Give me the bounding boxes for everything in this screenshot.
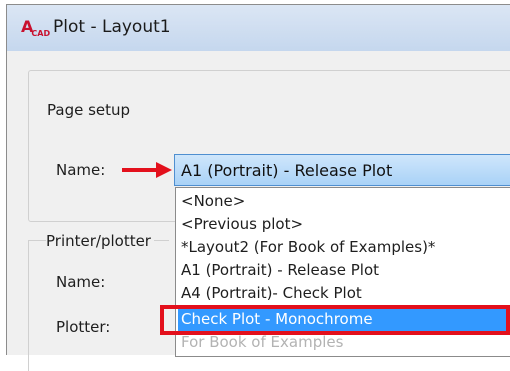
dropdown-option-previous-plot[interactable]: <Previous plot> xyxy=(178,213,510,236)
title-bar: ACAD Plot - Layout1 xyxy=(7,5,510,51)
dropdown-option-layout2[interactable]: *Layout2 (For Book of Examples)* xyxy=(178,236,510,259)
dropdown-option-a4-check-plot[interactable]: A4 (Portrait)- Check Plot xyxy=(178,282,510,305)
page-setup-name-label: Name: xyxy=(56,161,106,179)
red-arrow-annotation-icon xyxy=(122,162,172,178)
dropdown-option-a1-release-plot[interactable]: A1 (Portrait) - Release Plot xyxy=(178,259,510,282)
page-setup-name-select[interactable]: A1 (Portrait) - Release Plot xyxy=(174,154,510,186)
window-title: Plot - Layout1 xyxy=(53,17,171,37)
red-highlight-annotation xyxy=(160,305,510,335)
page-setup-name-select-value: A1 (Portrait) - Release Plot xyxy=(181,161,393,180)
page-setup-group-label: Page setup xyxy=(44,101,134,119)
printer-plotter-group xyxy=(28,240,169,371)
printer-plotter-group-label: Printer/plotter xyxy=(46,232,154,250)
dropdown-option-none[interactable]: <None> xyxy=(178,190,510,213)
plotter-label: Plotter: xyxy=(56,318,111,336)
printer-name-label: Name: xyxy=(56,273,106,291)
autocad-app-icon: ACAD xyxy=(21,17,51,39)
